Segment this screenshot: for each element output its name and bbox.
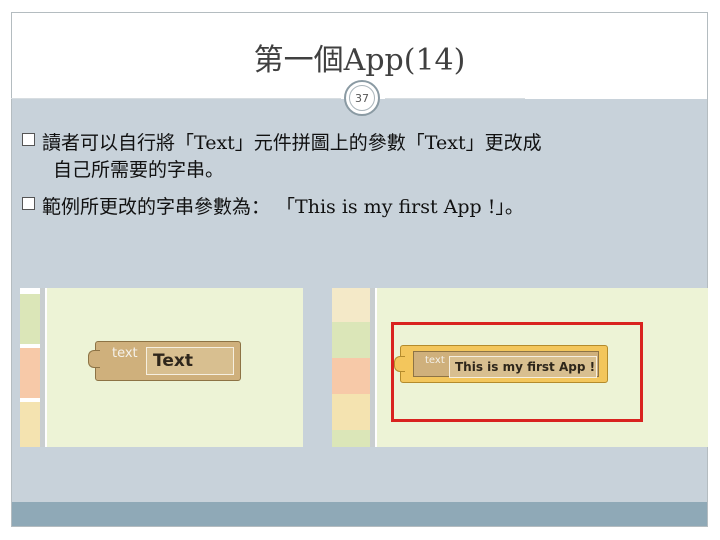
- palette-strip: [20, 288, 40, 447]
- page-number: 37: [355, 91, 369, 105]
- text-field[interactable]: This is my first App !: [449, 356, 597, 378]
- bullet-text: 範例所更改的字串參數為： 「This is my first App !」。: [42, 196, 524, 218]
- checkbox-bullet-icon: [22, 133, 35, 146]
- block-label: text: [425, 355, 445, 366]
- divider-right: [385, 98, 525, 99]
- screenshot-before: text Text: [20, 288, 303, 447]
- puzzle-connector-icon: [394, 356, 405, 372]
- puzzle-connector-icon: [88, 350, 100, 368]
- text-field[interactable]: Text: [146, 347, 234, 375]
- scroll-divider-highlight: [375, 288, 377, 447]
- scroll-divider-highlight: [45, 288, 47, 447]
- slide-title: 第一個App(14): [253, 43, 466, 78]
- text-block-selected[interactable]: text This is my first App !: [394, 345, 608, 383]
- block-label: text: [112, 346, 138, 361]
- bullet-text: 讀者可以自行將「Text」元件拼圖上的參數「Text」更改成: [42, 132, 542, 154]
- divider-left: [11, 98, 341, 99]
- footer-bar: [12, 502, 707, 526]
- palette-strip: [332, 288, 370, 447]
- text-block[interactable]: text Text: [88, 341, 241, 381]
- bullet-text-continued: 自己所需要的字串。: [53, 159, 225, 181]
- checkbox-bullet-icon: [22, 197, 35, 210]
- page-number-badge: 37: [344, 80, 380, 116]
